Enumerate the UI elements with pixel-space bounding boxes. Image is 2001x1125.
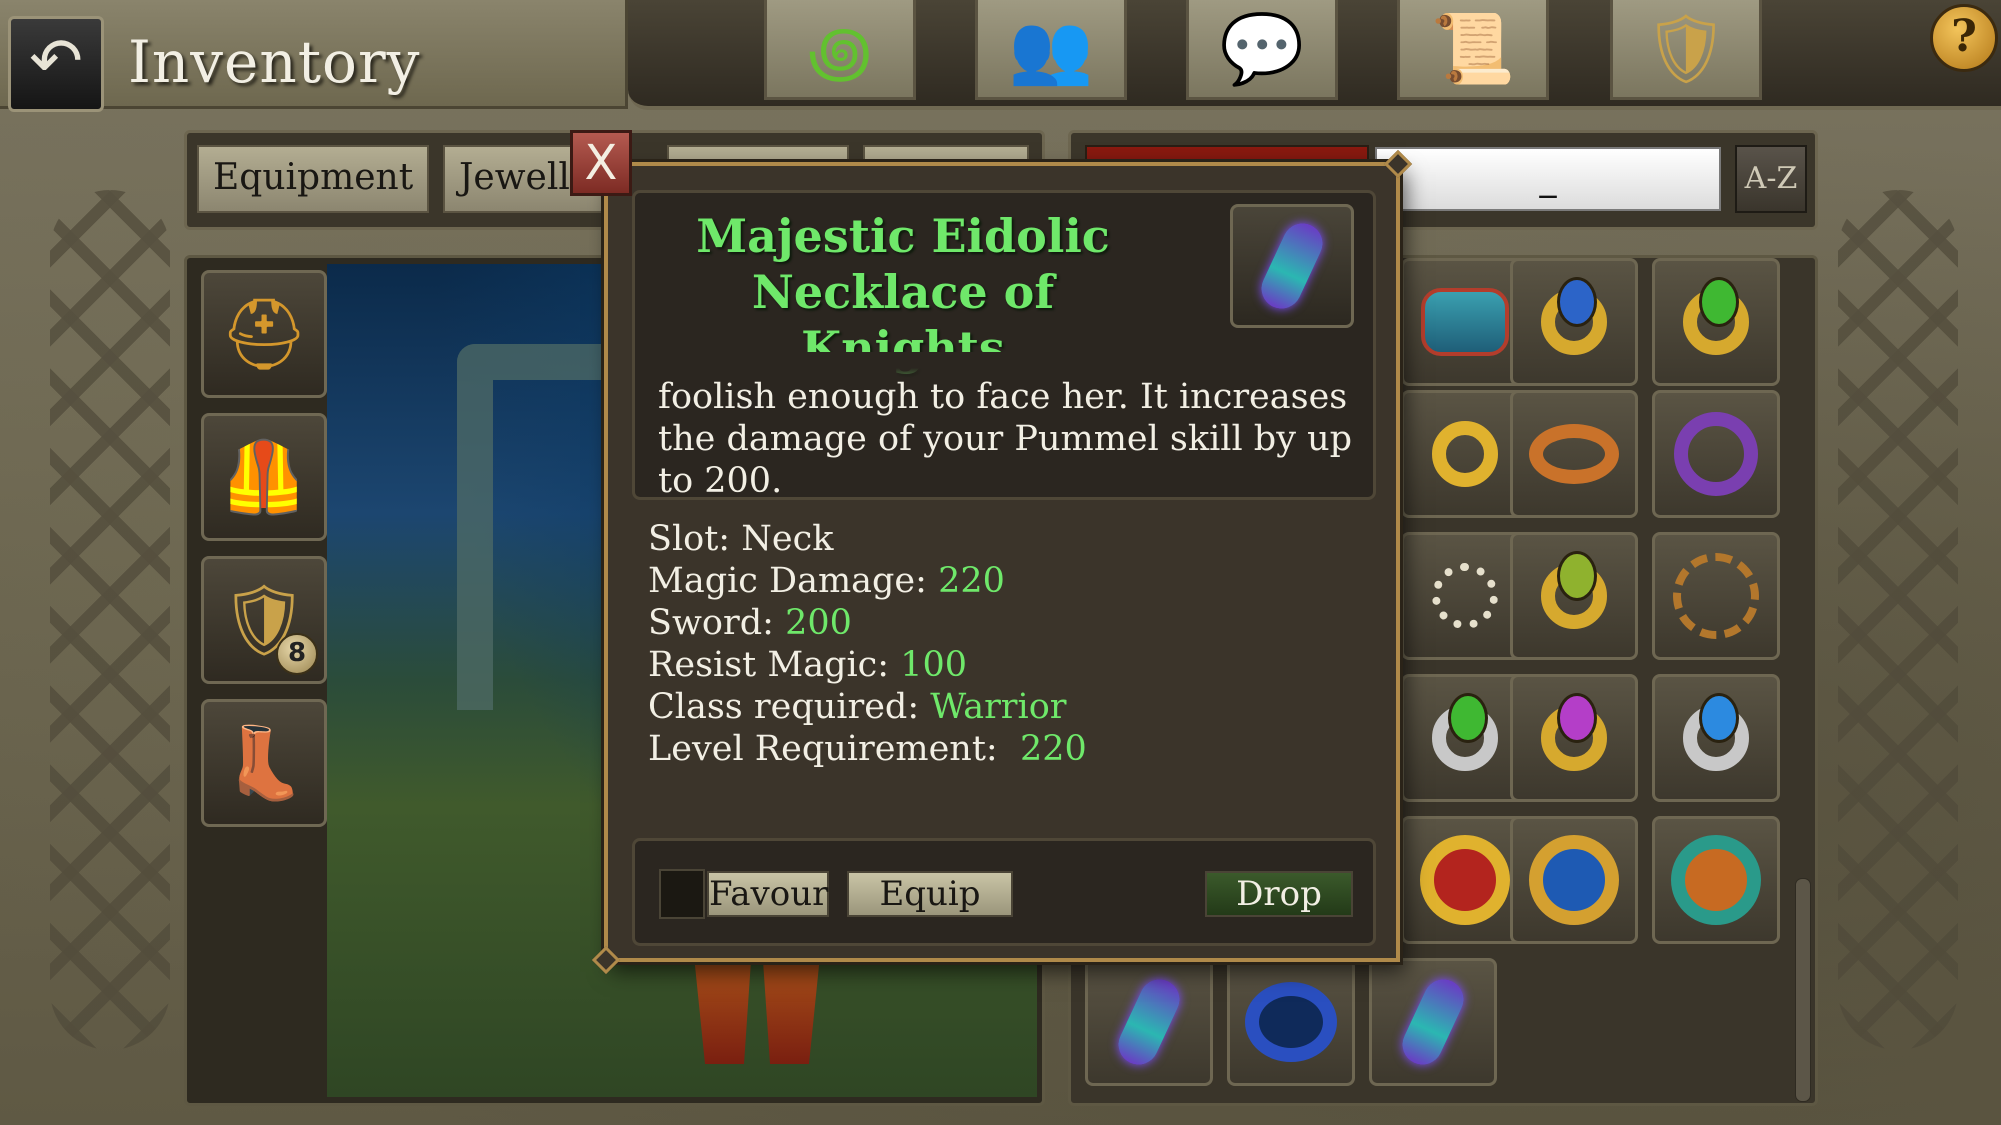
ring-purple-gem-icon [1541,693,1607,771]
inventory-slot[interactable] [1510,674,1638,802]
popup-action-bar: Favour Equip Drop [632,838,1376,946]
ring-emerald-icon [1671,835,1761,925]
item-stats: Slot: Neck Magic Damage: 220 Sword: 200 … [648,518,1368,770]
inventory-slot[interactable] [1510,258,1638,386]
item-detail-popup: Majestic Eidolic Necklace of Knights foo… [591,149,1413,975]
help-icon: ? [1951,11,1977,62]
inventory-slot[interactable] [1652,674,1780,802]
stat-magic-damage: Magic Damage: 220 [648,561,1005,601]
chat-icon: 💬 [1219,9,1305,89]
tab-jewellery-label: Jewell [459,157,570,198]
tab-equipment[interactable]: Equipment [197,145,429,213]
inventory-slot[interactable] [1369,958,1497,1086]
inventory-slot[interactable] [1652,258,1780,386]
helmet-slot[interactable]: ⛑ [201,270,327,398]
inventory-slot[interactable] [1510,390,1638,518]
boots-slot[interactable]: 👢 [201,699,327,827]
spiral-nav-button[interactable]: ꩜ [764,0,916,100]
ring-blue-gem-icon [1541,277,1607,355]
stat-class-required: Class required: Warrior [648,687,1067,727]
ring-green-silver-icon [1432,693,1498,771]
helmet-icon: ⛑ [219,292,309,375]
guild-nav-button[interactable]: 🛡 [1610,0,1762,100]
stat-level-requirement: Level Requirement: 220 [648,729,1087,769]
back-button[interactable]: ↶ [8,16,104,112]
back-arrow-icon: ↶ [29,25,83,99]
header-left: ↶ Inventory [0,0,628,112]
item-description[interactable]: foolish enough to face her. It increases… [658,376,1358,502]
stat-slot: Slot: Neck [648,519,834,559]
stat-value: 220 [1019,729,1087,769]
necklace-icon [1395,972,1471,1072]
item-thumbnail [1230,204,1354,328]
stat-value: 100 [900,645,968,685]
chest-slot[interactable]: 🦺 [201,413,327,541]
ring-green-gem-icon [1683,277,1749,355]
ring-blue-silver-icon [1683,693,1749,771]
drop-button[interactable]: Drop [1205,871,1353,917]
stat-value: Neck [741,519,834,559]
guild-crest-icon: 🛡 [1642,9,1730,89]
bracelet-icon [1421,288,1509,356]
inventory-scrollbar[interactable] [1795,878,1811,1102]
ring-purple-icon [1674,412,1758,496]
bone-necklace-icon [1432,563,1498,629]
party-icon: 👥 [1008,9,1094,89]
ring-ruby-icon [1420,835,1510,925]
stat-value: 200 [785,603,852,643]
tab-equipment-label: Equipment [213,157,414,198]
inventory-slot[interactable] [1652,816,1780,944]
ring-copper-band-icon [1529,424,1619,484]
chat-nav-button[interactable]: 💬 [1186,0,1338,100]
favour-button[interactable]: Favour [707,871,829,917]
help-button[interactable]: ? [1930,4,1998,72]
ring-sapphire-icon [1529,835,1619,925]
inventory-slot[interactable] [1227,958,1355,1086]
inventory-slot[interactable] [1510,532,1638,660]
favour-checkbox[interactable] [659,869,705,919]
search-input[interactable]: _ [1375,147,1721,211]
inventory-slot[interactable] [1510,816,1638,944]
close-icon: X [584,135,618,191]
stack-count-badge: 8 [276,633,318,675]
inventory-slot[interactable] [1085,958,1213,1086]
header-nav-bar: ꩜ 👥 💬 📜 🛡 [628,0,2001,110]
necklace-icon [1254,216,1330,316]
item-name: Majestic Eidolic Necklace of Knights [696,209,1110,375]
shield-slot[interactable]: 🛡 8 [201,556,327,684]
spiral-icon: ꩜ [807,12,873,92]
celtic-knot-right-decoration [1838,190,1958,1050]
chest-armor-icon: 🦺 [220,435,308,518]
necklace-icon [1111,972,1187,1072]
stat-value: Warrior [930,687,1067,727]
stat-sword: Sword: 200 [648,603,852,643]
quest-nav-button[interactable]: 📜 [1397,0,1549,100]
equip-button[interactable]: Equip [847,871,1013,917]
bracer-icon [1245,982,1337,1062]
ring-green-gem-icon [1541,551,1607,629]
boots-icon: 👢 [220,721,308,804]
ring-gold-band-icon [1432,421,1498,487]
ring-braided-icon [1673,553,1759,639]
close-popup-button[interactable]: X [570,130,632,196]
quest-scroll-icon: 📜 [1430,9,1516,89]
stat-value: 220 [938,561,1005,601]
page-title: Inventory [128,28,421,96]
inventory-slot[interactable] [1652,390,1780,518]
stat-resist-magic: Resist Magic: 100 [648,645,968,685]
sort-az-button[interactable]: A-Z [1735,145,1807,213]
party-nav-button[interactable]: 👥 [975,0,1127,100]
inventory-slot[interactable] [1652,532,1780,660]
celtic-knot-left-decoration [50,190,170,1050]
